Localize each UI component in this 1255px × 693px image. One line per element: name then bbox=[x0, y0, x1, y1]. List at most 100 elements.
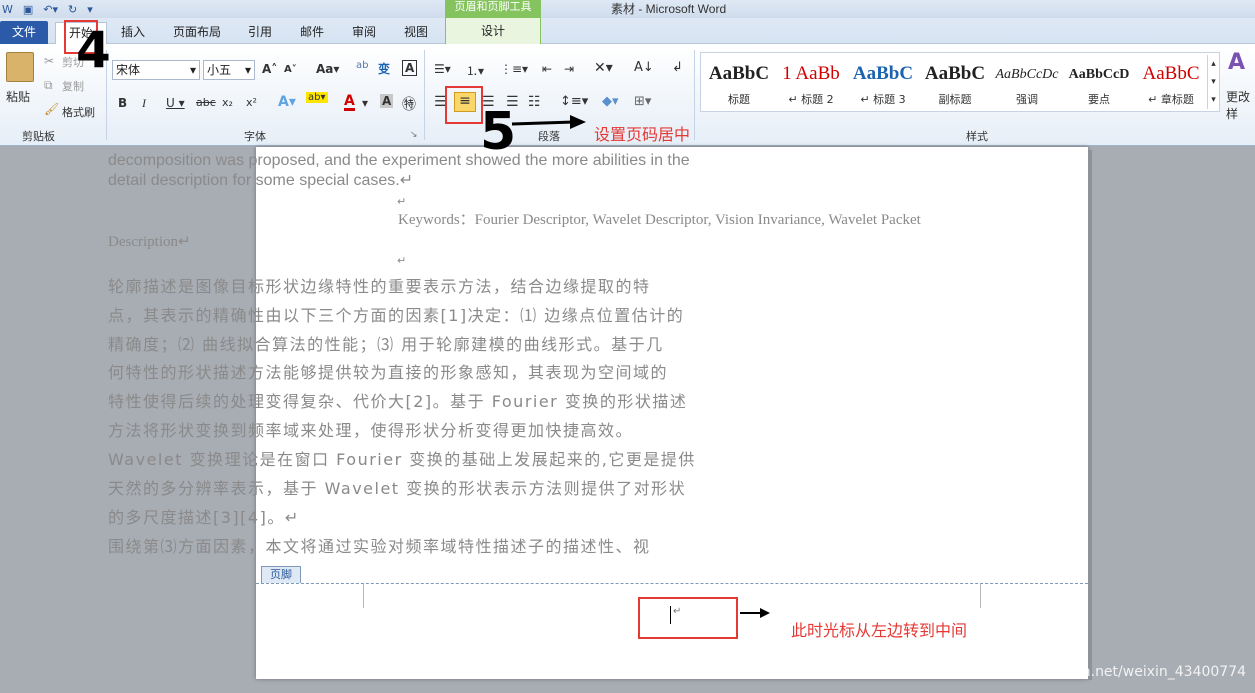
show-marks-icon[interactable]: ↲ bbox=[672, 60, 683, 75]
copy-icon[interactable]: ⧉ bbox=[44, 78, 53, 93]
format-painter-icon[interactable]: 🖌 bbox=[44, 102, 59, 116]
undo-icon[interactable]: ↶▾ bbox=[43, 3, 58, 16]
style-sample: AaBbC bbox=[1142, 63, 1200, 84]
body-line: 轮廓描述是图像目标形状边缘特性的重要表示方法，结合边缘提取的特 bbox=[108, 277, 651, 296]
paragraph-mark: ↵ bbox=[397, 195, 407, 208]
increase-indent-icon[interactable]: ⇥ bbox=[564, 62, 574, 76]
format-painter-button[interactable]: 格式刷 bbox=[62, 104, 95, 120]
style-chapter-title[interactable]: AaBbC ↵ 章标题 bbox=[1135, 53, 1207, 111]
tab-design[interactable]: 设计 bbox=[445, 18, 541, 44]
paste-icon[interactable] bbox=[6, 52, 34, 82]
multilevel-list-icon[interactable]: ⋮≡▾ bbox=[500, 62, 528, 76]
title-bar: W ▣ ↶▾ ↻ ▾ 页眉和页脚工具 素材 - Microsoft Word bbox=[0, 0, 1255, 18]
style-label: 副标题 bbox=[938, 93, 972, 106]
font-size-dropdown[interactable]: 小五 ▾ bbox=[203, 60, 255, 80]
character-border-icon[interactable]: A bbox=[402, 60, 418, 76]
style-label: 强调 bbox=[1016, 93, 1038, 106]
body-line: 特性使得后续的处理变得复杂、代价大[2]。基于 Fourier 变换的形状描述 bbox=[108, 392, 688, 411]
style-sample: AaBbC bbox=[924, 63, 986, 84]
style-heading-3[interactable]: AaBbC ↵ 标题 3 bbox=[847, 53, 919, 111]
tab-file[interactable]: 文件 bbox=[0, 21, 48, 45]
style-label: 标题 bbox=[728, 93, 750, 106]
text-effects-icon[interactable]: A▾ bbox=[278, 94, 296, 110]
character-shading-icon[interactable]: A bbox=[380, 94, 394, 108]
body-line: 的多尺度描述[3][4]。↵ bbox=[108, 508, 300, 527]
scissors-icon[interactable]: ✂ bbox=[44, 54, 54, 68]
tab-page-layout[interactable]: 页面布局 bbox=[170, 22, 224, 44]
tab-insert[interactable]: 插入 bbox=[118, 22, 148, 44]
italic-icon[interactable]: I bbox=[142, 96, 146, 111]
keywords-line-1: Keywords：Fourier Descriptor, Wavelet Des… bbox=[398, 212, 921, 228]
style-heading-2[interactable]: 1 AaBb ↵ 标题 2 bbox=[775, 53, 847, 111]
numbering-icon[interactable]: ⒈▾ bbox=[466, 62, 484, 79]
styles-gallery: AaBbC 标题 1 AaBb ↵ 标题 2 AaBbC ↵ 标题 3 AaBb… bbox=[700, 52, 1220, 112]
font-name-dropdown[interactable]: 宋体 ▾ bbox=[112, 60, 200, 80]
bullets-icon[interactable]: ☰▾ bbox=[434, 62, 451, 76]
watermark: https://blog.csdn.net/weixin_43400774 bbox=[973, 664, 1247, 680]
enclose-characters-icon[interactable]: ㊕ bbox=[402, 94, 416, 114]
chevron-down-icon[interactable]: ▾ bbox=[362, 96, 368, 110]
tab-mailings[interactable]: 邮件 bbox=[298, 22, 326, 44]
annotation-center-note: 设置页码居中 bbox=[594, 125, 691, 144]
body-line: 方法将形状变换到频率域来处理，使得形状分析变得更加快捷高效。 bbox=[108, 421, 634, 440]
bold-icon[interactable]: B bbox=[118, 96, 127, 110]
grow-font-icon[interactable]: A˄ bbox=[262, 62, 277, 76]
style-sample: AaBbCcD bbox=[1068, 67, 1130, 82]
shading-icon[interactable]: ◆▾ bbox=[602, 94, 619, 109]
quick-access-toolbar: W ▣ ↶▾ ↻ ▾ bbox=[0, 0, 93, 18]
body-line: 点，其表示的精确性由以下三个方面的因素[1]决定：⑴ 边缘点位置估计的 bbox=[108, 306, 685, 325]
ribbon-tabs: 文件 开始 插入 页面布局 引用 邮件 审阅 视图 设计 bbox=[0, 18, 1255, 45]
font-size-value: 小五 bbox=[207, 63, 232, 77]
change-case-icon[interactable]: Aa▾ bbox=[316, 62, 339, 76]
style-emphasis[interactable]: AaBbCcDc 强调 bbox=[991, 53, 1063, 111]
font-color-icon[interactable]: A bbox=[344, 94, 355, 111]
arrow-icon bbox=[740, 608, 770, 618]
keywords-line-2: Description↵ bbox=[108, 234, 191, 250]
tab-view[interactable]: 视图 bbox=[402, 22, 430, 44]
change-styles-button[interactable]: 更改样 bbox=[1226, 88, 1255, 122]
tab-review[interactable]: 审阅 bbox=[350, 22, 378, 44]
style-sample: 1 AaBb bbox=[782, 63, 840, 84]
customize-toolbar-icon[interactable]: ▾ bbox=[87, 3, 93, 16]
copy-button[interactable]: 复制 bbox=[62, 78, 84, 94]
tab-references[interactable]: 引用 bbox=[246, 22, 274, 44]
style-label: ↵ 标题 2 bbox=[788, 93, 834, 106]
distributed-icon[interactable]: ☷ bbox=[528, 94, 541, 110]
redo-icon[interactable]: ↻ bbox=[68, 3, 77, 16]
underline-icon[interactable]: U ▾ bbox=[166, 96, 185, 110]
style-title[interactable]: AaBbC 标题 bbox=[703, 53, 775, 111]
annotation-box-cursor bbox=[638, 597, 738, 639]
paste-label[interactable]: 粘贴 bbox=[6, 88, 30, 105]
margin-marker-left bbox=[363, 584, 364, 608]
shrink-font-icon[interactable]: A˅ bbox=[284, 64, 297, 75]
abstract-line-2: detail description for some special case… bbox=[108, 172, 414, 189]
body-line: 天然的多分辨率表示，基于 Wavelet 变换的形状表示方法则提供了对形状 bbox=[108, 479, 687, 498]
chinese-layout-icon[interactable]: ✕▾ bbox=[594, 60, 613, 76]
annotation-box-center bbox=[445, 86, 483, 124]
line-spacing-icon[interactable]: ↕≡▾ bbox=[560, 94, 588, 109]
abstract-line-1: decomposition was proposed, and the expe… bbox=[108, 152, 690, 169]
annotation-step-4: 4 bbox=[76, 21, 111, 79]
change-styles-icon[interactable]: A bbox=[1228, 50, 1245, 75]
phonetic-guide-icon[interactable]: 变 bbox=[378, 60, 390, 77]
strikethrough-icon[interactable]: abc bbox=[196, 96, 216, 109]
styles-scroll-icon[interactable]: ▴ ▾ ▾ bbox=[1207, 55, 1219, 109]
style-label: 要点 bbox=[1088, 93, 1110, 106]
decrease-indent-icon[interactable]: ⇤ bbox=[542, 62, 552, 76]
superscript-icon[interactable]: x² bbox=[246, 96, 257, 109]
font-dialog-launcher-icon[interactable]: ↘ bbox=[410, 130, 418, 140]
style-sample: AaBbCcDc bbox=[995, 67, 1059, 82]
clear-formatting-icon[interactable]: ab bbox=[356, 60, 368, 71]
font-name-value: 宋体 bbox=[116, 63, 141, 77]
footer-boundary bbox=[256, 583, 1088, 584]
arrow-icon bbox=[511, 115, 586, 129]
paragraph-mark: ↵ bbox=[397, 254, 407, 267]
highlight-color-icon[interactable]: ab▾ bbox=[306, 92, 328, 103]
sort-icon[interactable]: A↓ bbox=[634, 60, 654, 75]
borders-icon[interactable]: ⊞▾ bbox=[634, 94, 651, 109]
save-icon[interactable]: ▣ bbox=[23, 3, 33, 16]
subscript-icon[interactable]: x₂ bbox=[222, 96, 233, 109]
word-icon[interactable]: W bbox=[2, 3, 13, 16]
style-subtitle[interactable]: AaBbC 副标题 bbox=[919, 53, 991, 111]
style-strong[interactable]: AaBbCcD 要点 bbox=[1063, 53, 1135, 111]
